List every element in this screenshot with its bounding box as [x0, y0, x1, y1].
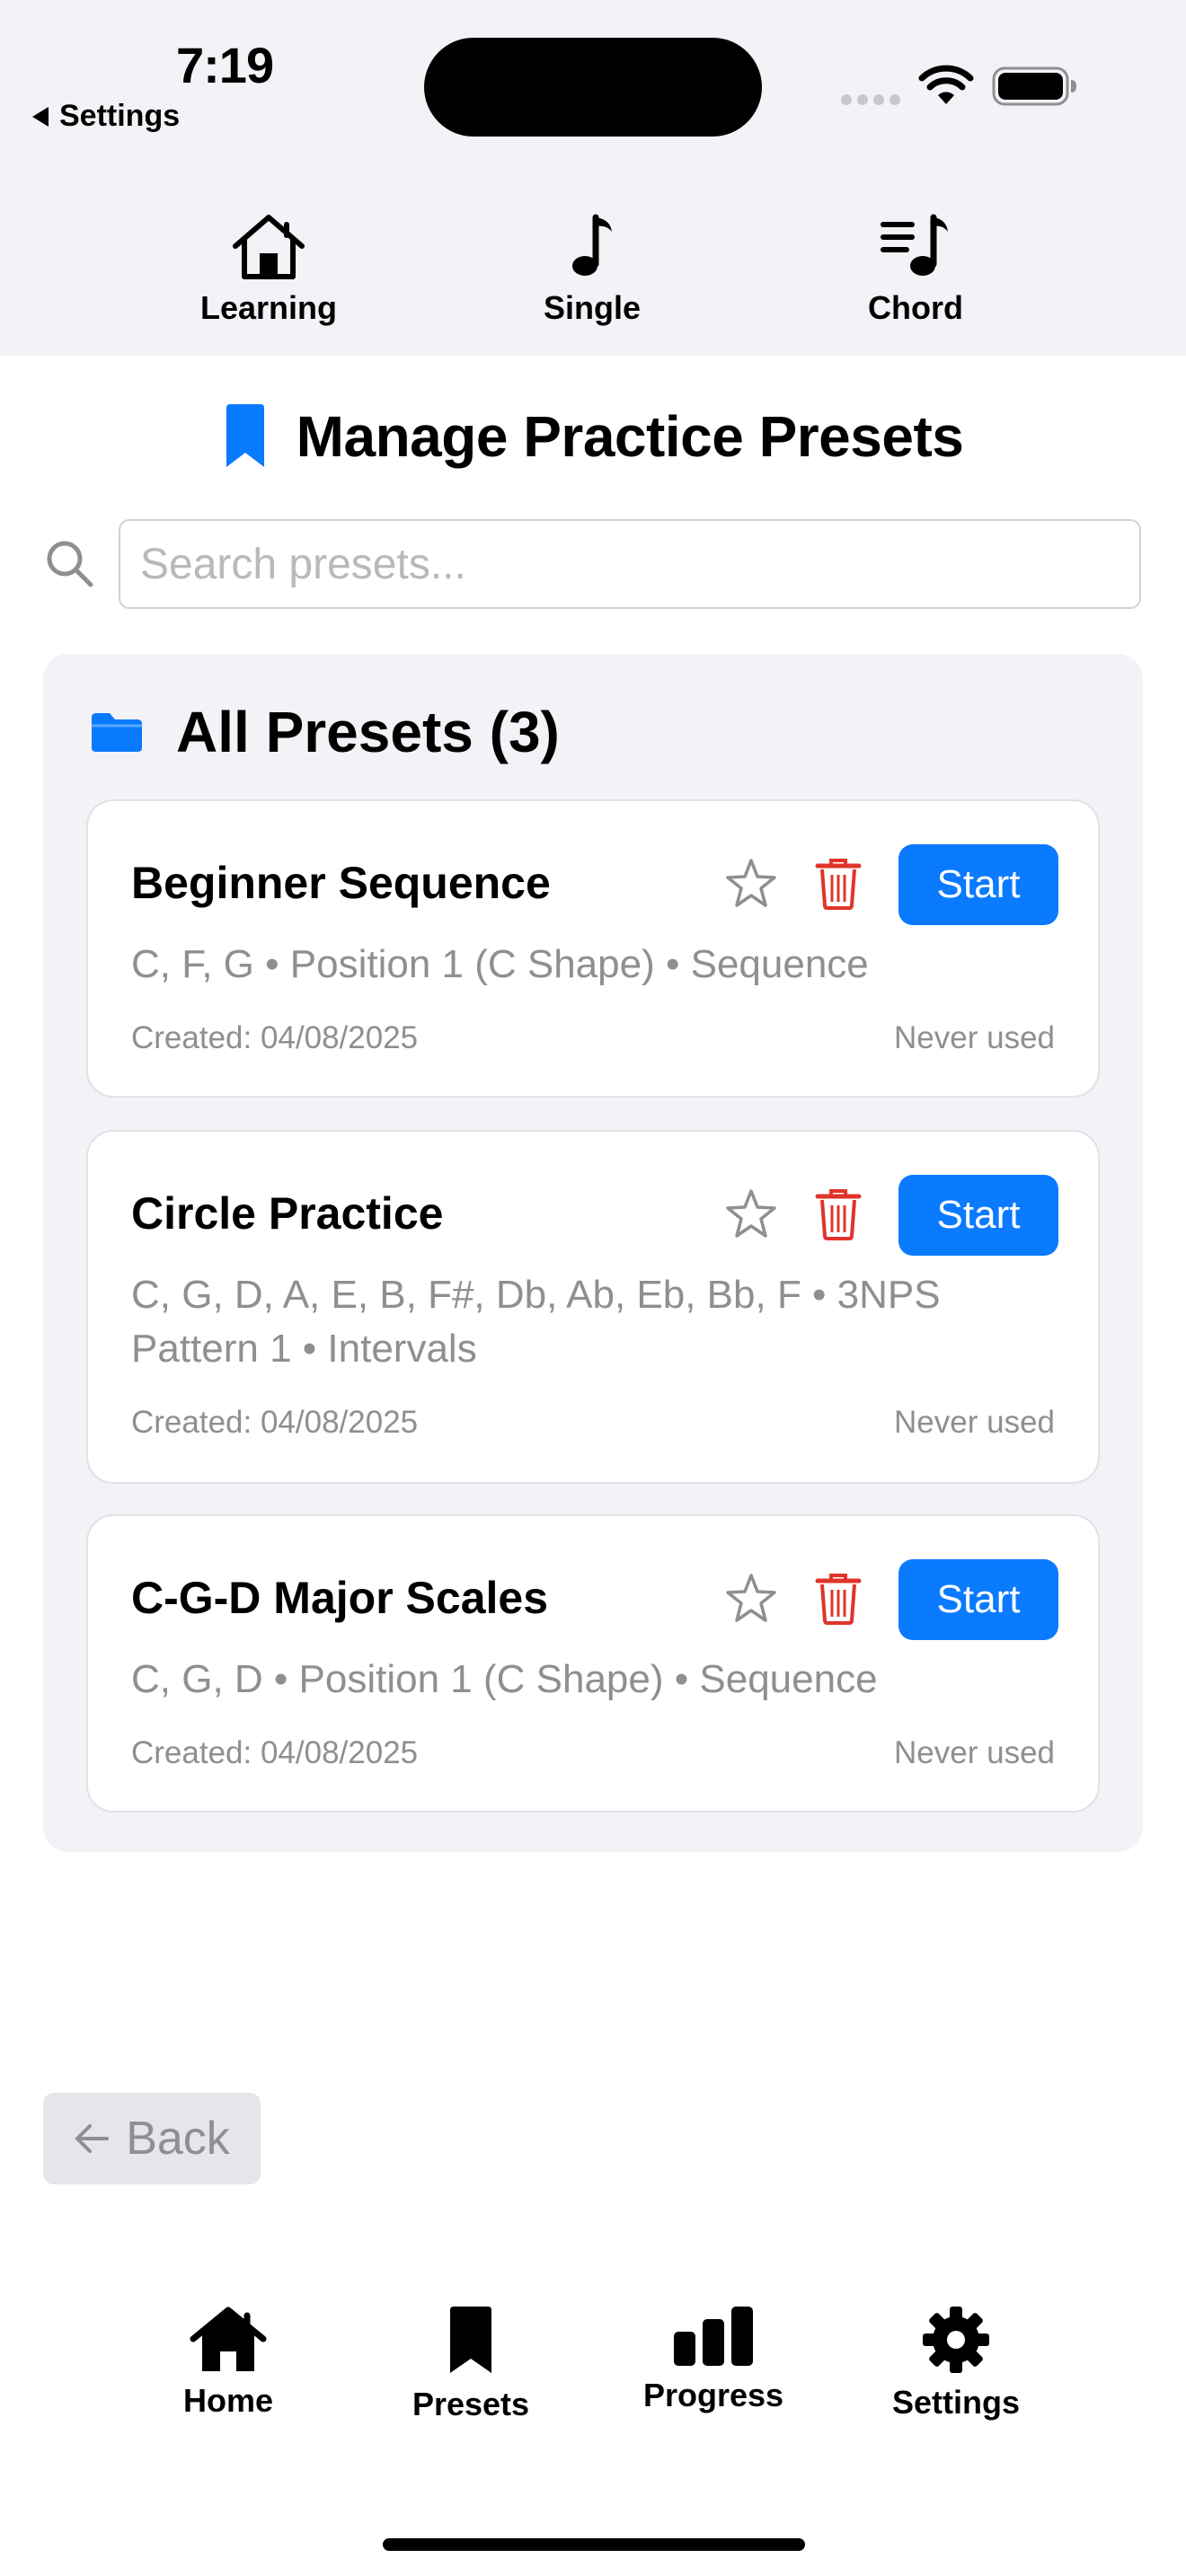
- tab-chord-label: Chord: [868, 289, 963, 326]
- bottom-tab-settings[interactable]: Settings: [857, 2305, 1055, 2422]
- delete-trash-icon[interactable]: [814, 1187, 863, 1241]
- page-title: Manage Practice Presets: [296, 404, 964, 469]
- delete-trash-icon[interactable]: [814, 1572, 863, 1626]
- battery-icon: [992, 66, 1076, 106]
- chart-bar-icon: [674, 2307, 753, 2366]
- tab-single-label: Single: [543, 289, 642, 326]
- preset-name: C-G-D Major Scales: [131, 1573, 549, 1623]
- back-triangle-icon: [32, 106, 49, 127]
- favorite-star-icon[interactable]: [724, 857, 778, 911]
- preset-card: C-G-D Major Scales Start C, G, D • Posit…: [86, 1514, 1100, 1813]
- group-title: All Presets (3): [176, 700, 560, 764]
- preset-last-used: Never used: [894, 1020, 1055, 1055]
- preset-card: Beginner Sequence Start C, F, G • Positi…: [86, 799, 1100, 1098]
- bottom-tab-home[interactable]: Home: [129, 2305, 327, 2420]
- presets-group: All Presets (3) Beginner Sequence Start …: [43, 654, 1143, 1852]
- preset-created-date: Created: 04/08/2025: [131, 1405, 419, 1440]
- house-fill-icon: [190, 2307, 267, 2371]
- house-icon: [233, 215, 305, 279]
- back-to-app-label: Settings: [59, 99, 181, 133]
- start-button[interactable]: Start: [898, 1175, 1058, 1256]
- bottom-tab-settings-label: Settings: [891, 2384, 1020, 2421]
- arrow-left-icon: [75, 2124, 110, 2153]
- preset-description: C, G, D, A, E, B, F#, Db, Ab, Eb, Bb, F …: [131, 1273, 941, 1371]
- preset-last-used: Never used: [894, 1735, 1055, 1770]
- page-header: Manage Practice Presets: [0, 402, 1186, 471]
- bookmark-fill-icon: [450, 2307, 491, 2373]
- cellular-signal-icon: [841, 94, 900, 105]
- bottom-tab-home-label: Home: [182, 2382, 274, 2419]
- delete-trash-icon[interactable]: [814, 857, 863, 911]
- tab-chord[interactable]: Chord: [817, 212, 1014, 327]
- preset-last-used: Never used: [894, 1405, 1055, 1440]
- bottom-tab-presets-label: Presets: [412, 2386, 530, 2422]
- preset-name: Beginner Sequence: [131, 858, 551, 908]
- start-button[interactable]: Start: [898, 1559, 1058, 1640]
- preset-created-date: Created: 04/08/2025: [131, 1735, 419, 1770]
- group-header: All Presets (3): [90, 699, 560, 765]
- back-button-label: Back: [126, 2113, 230, 2165]
- dynamic-island: [424, 38, 762, 137]
- music-note-list-icon: [881, 214, 948, 276]
- status-time: 7:19: [176, 37, 274, 93]
- bookmark-icon: [226, 404, 264, 467]
- start-button[interactable]: Start: [898, 844, 1058, 925]
- favorite-star-icon[interactable]: [724, 1572, 778, 1626]
- bottom-tab-presets[interactable]: Presets: [372, 2305, 570, 2423]
- preset-card: Circle Practice Start C, G, D, A, E, B, …: [86, 1130, 1100, 1484]
- preset-name: Circle Practice: [131, 1188, 444, 1239]
- tab-single[interactable]: Single: [493, 212, 691, 327]
- search-icon: [47, 541, 93, 587]
- wifi-icon: [918, 65, 974, 104]
- home-indicator: [383, 2538, 805, 2551]
- gear-icon: [923, 2307, 989, 2373]
- back-to-app-link[interactable]: Settings: [32, 99, 180, 134]
- preset-description: C, F, G • Position 1 (C Shape) • Sequenc…: [131, 942, 869, 986]
- preset-created-date: Created: 04/08/2025: [131, 1020, 419, 1055]
- preset-description: C, G, D • Position 1 (C Shape) • Sequenc…: [131, 1657, 878, 1701]
- bottom-tab-progress[interactable]: Progress: [615, 2305, 812, 2414]
- folder-icon: [92, 713, 142, 752]
- tab-learning[interactable]: Learning: [170, 212, 367, 327]
- search-input[interactable]: [119, 519, 1141, 609]
- music-note-icon: [572, 214, 612, 276]
- back-button[interactable]: Back: [43, 2093, 261, 2184]
- tab-learning-label: Learning: [199, 289, 337, 326]
- bottom-tab-progress-label: Progress: [642, 2377, 784, 2413]
- favorite-star-icon[interactable]: [724, 1187, 778, 1241]
